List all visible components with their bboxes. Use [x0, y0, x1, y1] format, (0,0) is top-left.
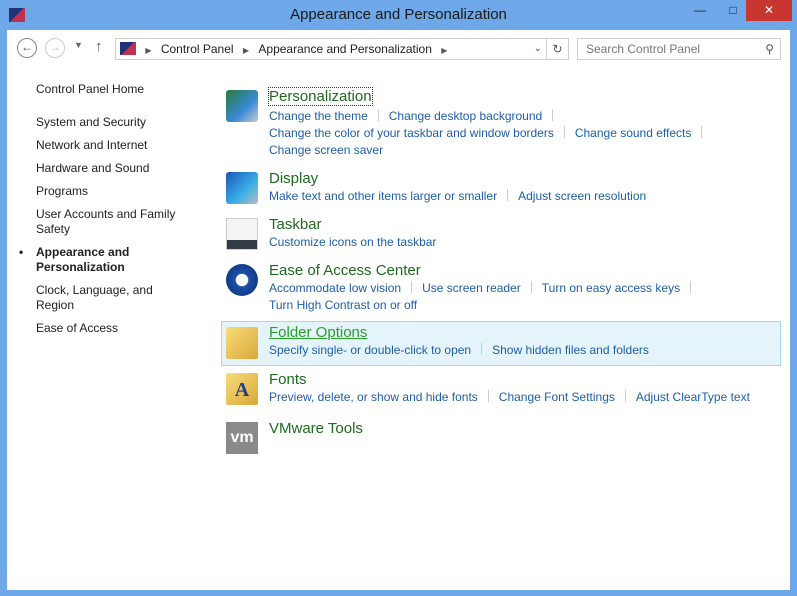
- category-personalization: Personalization Change the theme Change d…: [221, 86, 781, 157]
- sidebar-item-ease[interactable]: Ease of Access: [36, 321, 186, 336]
- link-screen-saver[interactable]: Change screen saver: [269, 143, 383, 157]
- display-icon: [226, 172, 258, 204]
- link-font-settings[interactable]: Change Font Settings: [499, 390, 615, 404]
- recent-locations-dropdown[interactable]: ▼: [74, 40, 83, 50]
- sidebar-item-network[interactable]: Network and Internet: [36, 138, 186, 153]
- category-fonts: A Fonts Preview, delete, or show and hid…: [221, 369, 781, 409]
- sidebar-item-user-accounts[interactable]: User Accounts and Family Safety: [36, 207, 186, 237]
- address-bar[interactable]: ▶ Control Panel ▶ Appearance and Persona…: [115, 38, 569, 60]
- folder-icon: [226, 327, 258, 359]
- category-folder-options: Folder Options Specify single- or double…: [221, 321, 781, 366]
- category-ease-of-access: Ease of Access Center Accommodate low vi…: [221, 260, 781, 314]
- personalization-icon: [226, 90, 258, 122]
- vmware-icon: vm: [226, 422, 258, 454]
- refresh-button[interactable]: ↻: [546, 39, 568, 59]
- search-icon: ⚲: [765, 42, 774, 56]
- category-display: Display Make text and other items larger…: [221, 168, 781, 208]
- sidebar: Control Panel Home System and Security N…: [19, 82, 186, 344]
- link-sound-effects[interactable]: Change sound effects: [575, 126, 692, 140]
- sidebar-item-system[interactable]: System and Security: [36, 115, 186, 130]
- sidebar-item-programs[interactable]: Programs: [36, 184, 186, 199]
- breadcrumb-appearance[interactable]: Appearance and Personalization: [258, 42, 431, 56]
- sidebar-item-clock[interactable]: Clock, Language, and Region: [36, 283, 186, 313]
- category-taskbar: Taskbar Customize icons on the taskbar: [221, 214, 781, 254]
- link-taskbar-color[interactable]: Change the color of your taskbar and win…: [269, 126, 554, 140]
- taskbar-icon: [226, 218, 258, 250]
- search-placeholder: Search Control Panel: [586, 42, 701, 56]
- fonts-icon: A: [226, 373, 258, 405]
- search-input[interactable]: Search Control Panel ⚲: [577, 38, 781, 60]
- category-vmware-tools: vm VMware Tools: [221, 418, 781, 454]
- window-body: ← → ▼ ↑ ▶ Control Panel ▶ Appearance and…: [7, 30, 790, 590]
- category-title[interactable]: Ease of Access Center: [269, 262, 421, 279]
- title-bar: Appearance and Personalization — □ ✕: [0, 0, 797, 30]
- link-cleartype[interactable]: Adjust ClearType text: [636, 390, 750, 404]
- minimize-button[interactable]: —: [687, 0, 713, 21]
- ease-of-access-icon: [226, 264, 258, 296]
- category-title[interactable]: Personalization: [268, 87, 373, 106]
- link-screen-reader[interactable]: Use screen reader: [422, 281, 521, 295]
- link-single-double-click[interactable]: Specify single- or double-click to open: [269, 343, 471, 357]
- navigation-bar: ← → ▼ ↑ ▶ Control Panel ▶ Appearance and…: [7, 30, 790, 68]
- link-customize-icons[interactable]: Customize icons on the taskbar: [269, 235, 436, 249]
- sidebar-item-home[interactable]: Control Panel Home: [36, 82, 186, 97]
- sidebar-item-appearance[interactable]: Appearance and Personalization: [19, 245, 146, 275]
- link-screen-resolution[interactable]: Adjust screen resolution: [518, 189, 646, 203]
- link-preview-fonts[interactable]: Preview, delete, or show and hide fonts: [269, 390, 478, 404]
- breadcrumb-control-panel[interactable]: Control Panel: [161, 42, 234, 56]
- category-title[interactable]: VMware Tools: [269, 420, 363, 437]
- back-button[interactable]: ←: [17, 38, 37, 58]
- category-title[interactable]: Display: [269, 170, 318, 187]
- link-easy-access-keys[interactable]: Turn on easy access keys: [542, 281, 680, 295]
- address-dropdown[interactable]: ⌄: [534, 39, 542, 59]
- window-title: Appearance and Personalization: [290, 6, 507, 23]
- maximize-button[interactable]: □: [720, 0, 746, 21]
- link-low-vision[interactable]: Accommodate low vision: [269, 281, 401, 295]
- link-text-size[interactable]: Make text and other items larger or smal…: [269, 189, 497, 203]
- up-button[interactable]: ↑: [95, 38, 103, 55]
- link-change-theme[interactable]: Change the theme: [269, 109, 368, 123]
- link-hidden-files[interactable]: Show hidden files and folders: [492, 343, 649, 357]
- forward-button[interactable]: →: [45, 38, 65, 58]
- link-desktop-background[interactable]: Change desktop background: [389, 109, 542, 123]
- link-high-contrast[interactable]: Turn High Contrast on or off: [269, 298, 417, 312]
- category-title[interactable]: Fonts: [269, 371, 307, 388]
- sidebar-item-hardware[interactable]: Hardware and Sound: [36, 161, 186, 176]
- control-panel-icon: [120, 42, 136, 55]
- category-title[interactable]: Folder Options: [269, 324, 367, 341]
- category-title[interactable]: Taskbar: [269, 216, 322, 233]
- close-button[interactable]: ✕: [746, 0, 792, 21]
